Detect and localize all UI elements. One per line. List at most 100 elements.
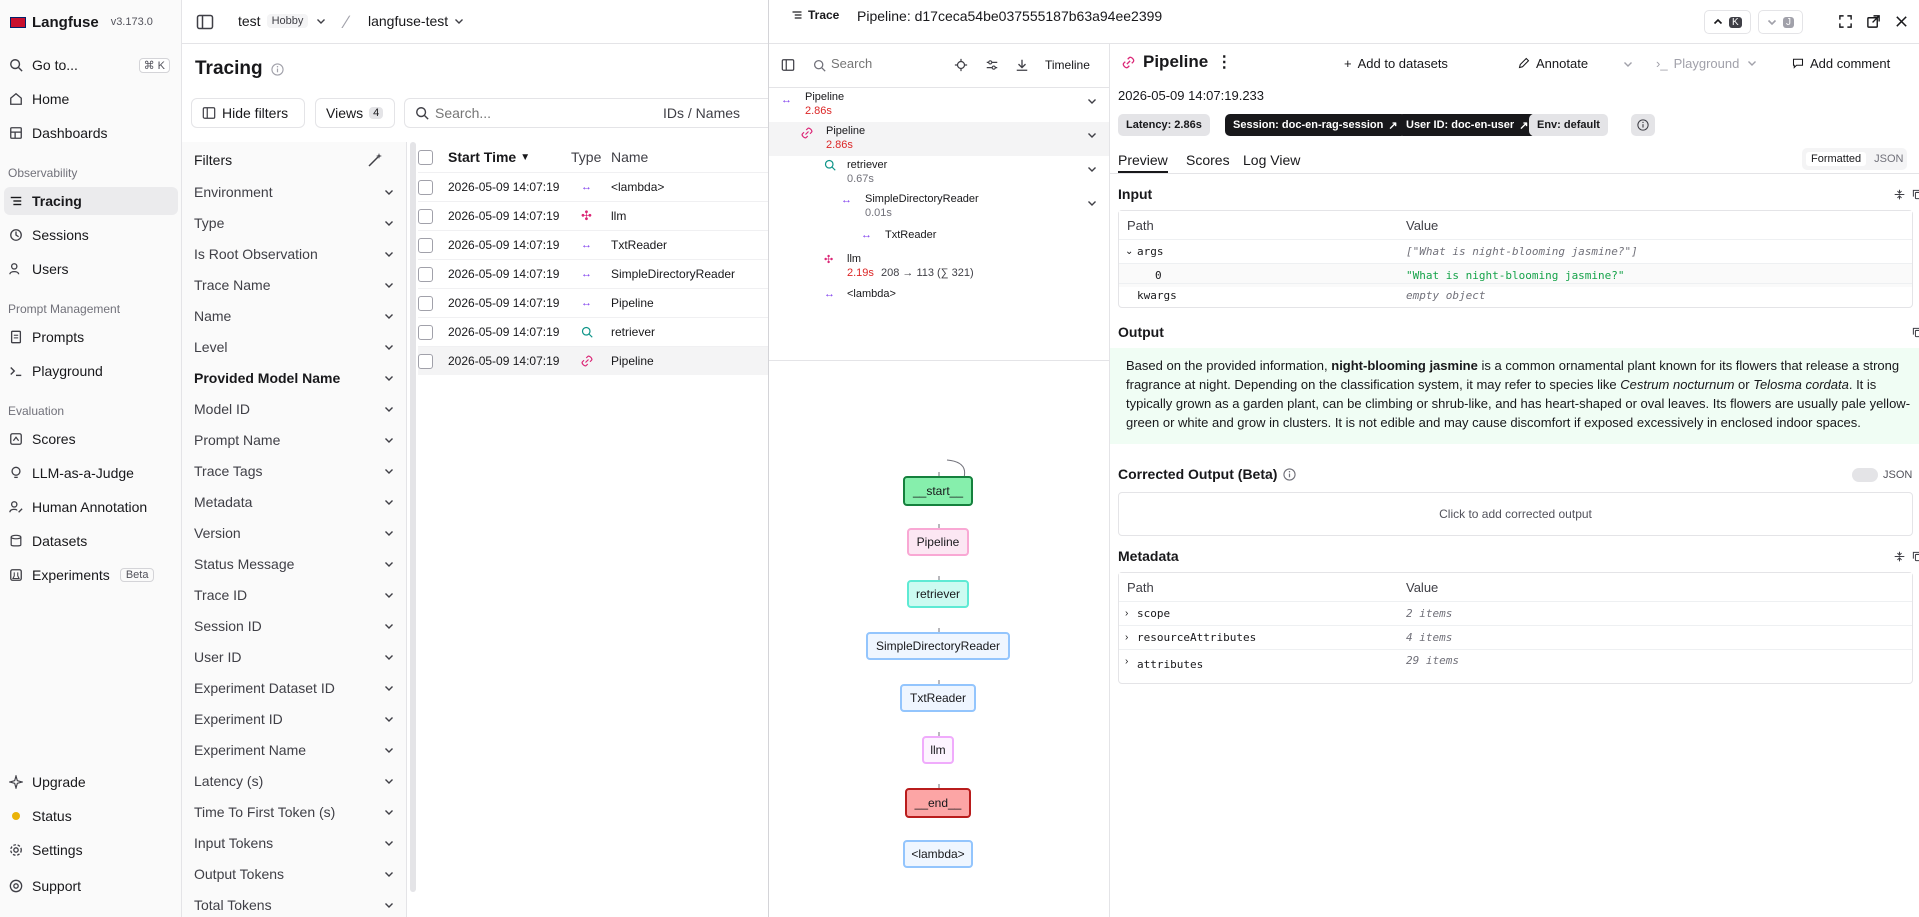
column-start-time[interactable]: Start Time ▼: [448, 142, 530, 172]
row-checkbox[interactable]: [418, 266, 433, 282]
filter-item[interactable]: Time To First Token (s): [194, 802, 394, 822]
sidebar-item-dashboards[interactable]: Dashboards: [4, 119, 178, 147]
project-selector[interactable]: langfuse-test: [368, 13, 464, 29]
external-link-icon[interactable]: [1866, 14, 1881, 29]
wand-icon[interactable]: [367, 152, 383, 168]
sidebar-item-experiments[interactable]: Experiments Beta: [4, 561, 178, 589]
brand[interactable]: Langfuse v3.173.0: [10, 12, 153, 32]
graph-node-start[interactable]: __start__: [903, 476, 973, 506]
chevron-down-icon[interactable]: [1087, 130, 1097, 140]
graph-node-txtreader[interactable]: TxtReader: [900, 684, 976, 712]
table-row[interactable]: 2026-05-09 14:07:19 ↔ TxtReader: [418, 230, 768, 259]
graph-node-end[interactable]: __end__: [905, 788, 971, 818]
filter-item[interactable]: Input Tokens: [194, 833, 394, 853]
tree-node-pipeline-selected[interactable]: Pipeline 2.86s: [769, 122, 1109, 156]
filter-item[interactable]: Level: [194, 337, 394, 357]
corrected-json-toggle[interactable]: JSON: [1852, 468, 1912, 482]
sidebar-item-support[interactable]: Support: [4, 872, 178, 900]
filter-item[interactable]: User ID: [194, 647, 394, 667]
playground-button[interactable]: ›_ Playground: [1650, 51, 1764, 75]
tab-preview[interactable]: Preview: [1118, 152, 1168, 173]
graph-node-retriever[interactable]: retriever: [907, 580, 969, 608]
filter-item[interactable]: Experiment Dataset ID: [194, 678, 394, 698]
sidebar-item-home[interactable]: Home: [4, 85, 178, 113]
graph-node-simpledirectoryreader[interactable]: SimpleDirectoryReader: [866, 632, 1010, 660]
table-row[interactable]: 2026-05-09 14:07:19 Pipeline: [418, 346, 768, 375]
sidebar-item-tracing[interactable]: Tracing: [4, 187, 178, 215]
annotate-button[interactable]: Annotate: [1512, 51, 1595, 75]
expand-icon[interactable]: [1838, 14, 1853, 29]
table-row[interactable]: 2026-05-09 14:07:19 ↔ Pipeline: [418, 288, 768, 317]
graph-node-llm[interactable]: llm: [922, 736, 954, 764]
table-row[interactable]: 2026-05-09 14:07:19 ✣ llm: [418, 201, 768, 230]
table-row[interactable]: ⌄ args ["What is night-blooming jasmine?…: [1119, 239, 1912, 263]
sidebar-item-upgrade[interactable]: Upgrade: [4, 768, 178, 796]
sidebar-item-playground[interactable]: Playground: [4, 357, 178, 385]
vertical-scrollbar[interactable]: [410, 142, 416, 892]
format-formatted[interactable]: Formatted: [1806, 152, 1867, 166]
copy-icon[interactable]: [1912, 327, 1919, 338]
graph-node-pipeline[interactable]: Pipeline: [907, 528, 969, 556]
sidebar-item-users[interactable]: Users: [4, 255, 178, 283]
info-badge[interactable]: [1631, 114, 1655, 136]
filter-item[interactable]: Experiment ID: [194, 709, 394, 729]
org-selector[interactable]: test Hobby: [238, 13, 326, 29]
filter-item[interactable]: Prompt Name: [194, 430, 394, 450]
filter-item[interactable]: Is Root Observation: [194, 244, 394, 264]
filter-item[interactable]: Provided Model Name: [194, 368, 394, 388]
goto-button[interactable]: Go to... ⌘ K: [4, 51, 178, 79]
chevron-right-icon[interactable]: ›: [1125, 656, 1128, 667]
filter-item[interactable]: Environment: [194, 182, 394, 202]
row-checkbox[interactable]: [418, 295, 433, 311]
sidebar-item-llm-as-a-judge[interactable]: LLM-as-a-Judge: [4, 459, 178, 487]
toggle-switch[interactable]: [1852, 468, 1878, 482]
table-row[interactable]: 2026-05-09 14:07:19 ↔ SimpleDirectoryReade…: [418, 259, 768, 288]
timeline-toggle[interactable]: Timeline: [1045, 58, 1090, 72]
chevron-down-icon[interactable]: [1087, 198, 1097, 208]
chevron-right-icon[interactable]: ›: [1125, 632, 1128, 643]
sidebar-item-prompts[interactable]: Prompts: [4, 323, 178, 351]
panel-left-icon[interactable]: [781, 58, 795, 72]
sidebar-item-settings[interactable]: Settings: [4, 836, 178, 864]
tab-log-view[interactable]: Log View: [1243, 152, 1300, 168]
session-badge[interactable]: Session: doc-en-rag-session ↗: [1225, 114, 1406, 136]
sidebar-item-sessions[interactable]: Sessions: [4, 221, 178, 249]
close-icon[interactable]: [1894, 14, 1909, 29]
add-comment-button[interactable]: Add comment: [1786, 51, 1897, 75]
row-checkbox[interactable]: [418, 324, 433, 340]
table-row[interactable]: 2026-05-09 14:07:19 retriever: [418, 317, 768, 346]
previous-trace-button[interactable]: K: [1704, 10, 1751, 34]
annotate-dropdown-icon[interactable]: [1623, 59, 1633, 69]
tree-node-retriever[interactable]: retriever 0.67s: [769, 156, 1109, 190]
crosshair-icon[interactable]: [954, 58, 968, 72]
sidebar-toggle-icon[interactable]: [196, 13, 214, 31]
filter-item[interactable]: Model ID: [194, 399, 394, 419]
tab-scores[interactable]: Scores: [1186, 152, 1230, 168]
sidebar-item-human-annotation[interactable]: Human Annotation: [4, 493, 178, 521]
tree-node-lambda[interactable]: ↔ <lambda>: [769, 284, 1109, 304]
filter-item[interactable]: Status Message: [194, 554, 394, 574]
copy-icon[interactable]: [1912, 189, 1919, 200]
filter-item[interactable]: Trace Name: [194, 275, 394, 295]
format-json[interactable]: JSON: [1874, 153, 1903, 165]
chevron-down-icon[interactable]: [1087, 164, 1097, 174]
sidebar-item-scores[interactable]: Scores: [4, 425, 178, 453]
add-to-datasets-button[interactable]: + Add to datasets: [1338, 51, 1454, 75]
table-row[interactable]: 2026-05-09 14:07:19 ↔ <lambda>: [418, 172, 768, 201]
table-row[interactable]: kwargs empty object: [1119, 283, 1912, 307]
filter-item[interactable]: Session ID: [194, 616, 394, 636]
table-row[interactable]: › resourceAttributes 4 items: [1119, 625, 1912, 649]
tree-node-root[interactable]: ↔ Pipeline 2.86s: [769, 88, 1109, 122]
user-badge[interactable]: User ID: doc-en-user ↗: [1398, 114, 1537, 136]
chevron-right-icon[interactable]: ›: [1125, 608, 1128, 619]
column-type[interactable]: Type: [571, 142, 601, 172]
sidebar-item-datasets[interactable]: Datasets: [4, 527, 178, 555]
filter-item[interactable]: Trace Tags: [194, 461, 394, 481]
expand-icon[interactable]: [1894, 189, 1905, 200]
views-button[interactable]: Views 4: [315, 98, 395, 128]
graph-node-lambda[interactable]: <lambda>: [903, 840, 973, 868]
search-bar[interactable]: IDs / Names: [404, 98, 784, 128]
more-vertical-icon[interactable]: ⋮: [1216, 52, 1232, 72]
tree-node-txtreader[interactable]: ↔ TxtReader: [769, 224, 1109, 248]
filter-item[interactable]: Experiment Name: [194, 740, 394, 760]
